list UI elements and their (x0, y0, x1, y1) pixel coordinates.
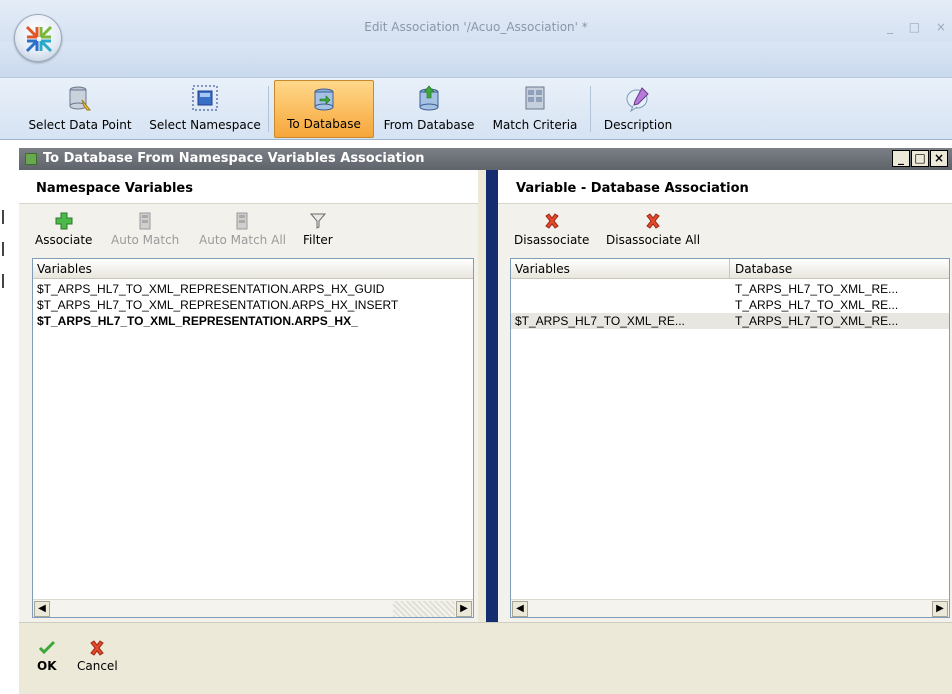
scroll-left-button[interactable]: ◀ (34, 601, 50, 617)
to-database-label: To Database (287, 117, 361, 131)
auto-match-all-button[interactable]: Auto Match All (199, 212, 286, 247)
maximize-button[interactable]: □ (911, 150, 929, 167)
column-header-variables[interactable]: Variables (515, 262, 570, 276)
to-database-button[interactable]: To Database (274, 80, 374, 138)
ribbon-toolbar: Select Data Point Select Namespace To Da… (0, 78, 952, 140)
select-namespace-label: Select Namespace (149, 118, 261, 132)
match-criteria-label: Match Criteria (492, 118, 578, 132)
auto-match-button[interactable]: Auto Match (111, 212, 179, 247)
disassociate-all-label: Disassociate All (606, 233, 701, 247)
auto-match-all-icon (236, 212, 248, 230)
disassociate-label: Disassociate (514, 233, 590, 247)
variable-database-association-heading: Variable - Database Association (516, 181, 749, 196)
filter-icon (309, 213, 326, 229)
window-controls[interactable]: _ □ × (887, 20, 952, 34)
minimize-button[interactable]: _ (892, 150, 910, 167)
filter-button[interactable]: Filter (303, 212, 333, 247)
description-button[interactable]: Description (596, 80, 680, 138)
ribbon-separator (268, 86, 269, 132)
to-database-icon (314, 88, 334, 111)
column-divider[interactable] (729, 259, 730, 279)
database-cell: T_ARPS_HL7_TO_XML_RE... (735, 314, 899, 328)
namespace-variables-pane: Namespace Variables Associate Auto Match (19, 170, 478, 622)
associate-label: Associate (35, 233, 93, 247)
disassociate-all-button[interactable]: Disassociate All (606, 212, 700, 247)
ok-label: OK (37, 659, 57, 673)
edge-marks (2, 210, 6, 290)
plus-icon (55, 212, 73, 230)
cancel-label: Cancel (77, 659, 118, 673)
variable-cell: $T_ARPS_HL7_TO_XML_REPRESENTATION.ARPS_H… (37, 282, 385, 296)
from-database-label: From Database (383, 118, 475, 132)
from-database-icon (419, 85, 439, 111)
select-namespace-button[interactable]: Select Namespace (146, 80, 264, 138)
namespace-variables-toolbar: Associate Auto Match Auto Match All Filt… (19, 204, 478, 258)
association-window-title: To Database From Namespace Variables Ass… (43, 151, 425, 166)
select-data-point-button[interactable]: Select Data Point (22, 80, 138, 138)
table-row[interactable]: $T_ARPS_HL7_TO_XML_REPRESENTATION.ARPS_H… (33, 297, 473, 313)
variable-database-association-pane: Variable - Database Association Disassoc… (498, 170, 952, 622)
pane-header: Namespace Variables (19, 170, 478, 204)
ok-button[interactable]: OK (37, 639, 57, 673)
namespace-icon (192, 85, 218, 111)
table-row[interactable]: T_ARPS_HL7_TO_XML_RE... (511, 297, 949, 313)
disassociate-button[interactable]: Disassociate (514, 212, 589, 247)
table-row[interactable]: $T_ARPS_HL7_TO_XML_REPRESENTATION.ARPS_H… (33, 313, 473, 329)
from-database-button[interactable]: From Database (378, 80, 480, 138)
description-icon (626, 87, 649, 112)
window-icon (25, 153, 37, 165)
table-row[interactable]: $T_ARPS_HL7_TO_XML_RE... T_ARPS_HL7_TO_X… (511, 313, 949, 329)
namespace-variables-grid[interactable]: Variables $T_ARPS_HL7_TO_XML_REPRESENTAT… (32, 258, 474, 618)
checkmark-icon (38, 640, 55, 655)
variable-cell: $T_ARPS_HL7_TO_XML_REPRESENTATION.ARPS_H… (37, 314, 358, 328)
match-criteria-icon (525, 86, 545, 110)
scroll-track[interactable] (393, 601, 455, 617)
auto-match-all-label: Auto Match All (199, 233, 286, 247)
scroll-right-button[interactable]: ▶ (456, 601, 472, 617)
variable-cell: $T_ARPS_HL7_TO_XML_RE... (515, 314, 685, 328)
association-toolbar: Disassociate Disassociate All (498, 204, 952, 258)
quick-access-strip (0, 42, 952, 78)
red-x-icon (544, 213, 559, 229)
database-cell: T_ARPS_HL7_TO_XML_RE... (735, 298, 899, 312)
association-window: To Database From Namespace Variables Ass… (19, 148, 952, 694)
red-x-icon (90, 640, 105, 656)
pane-splitter[interactable] (486, 170, 498, 622)
association-window-title-bar[interactable]: To Database From Namespace Variables Ass… (19, 148, 952, 170)
pane-header: Variable - Database Association (498, 170, 952, 204)
dialog-button-bar: OK Cancel (19, 622, 952, 694)
select-data-point-label: Select Data Point (28, 118, 132, 132)
window-title-bar: Edit Association '/Acuo_Association' * _… (0, 0, 952, 42)
horizontal-scrollbar[interactable]: ◀ ▶ (511, 599, 949, 617)
associate-button[interactable]: Associate (35, 212, 92, 247)
window-title: Edit Association '/Acuo_Association' * (364, 20, 588, 34)
table-row[interactable]: T_ARPS_HL7_TO_XML_RE... (511, 281, 949, 297)
horizontal-scrollbar[interactable]: ◀ ▶ (33, 599, 473, 617)
app-logo-icon (25, 25, 53, 53)
description-label: Description (603, 118, 673, 132)
scroll-right-button[interactable]: ▶ (932, 601, 948, 617)
app-logo-button[interactable] (14, 14, 62, 62)
grid-header: Variables (33, 259, 473, 279)
database-cell: T_ARPS_HL7_TO_XML_RE... (735, 282, 899, 296)
cancel-button[interactable]: Cancel (77, 639, 118, 673)
match-criteria-button[interactable]: Match Criteria (486, 80, 584, 138)
filter-label: Filter (303, 233, 333, 247)
association-grid[interactable]: Variables Database T_ARPS_HL7_TO_XML_RE.… (510, 258, 950, 618)
database-point-icon (69, 86, 92, 111)
column-header-variables[interactable]: Variables (37, 262, 92, 276)
auto-match-label: Auto Match (111, 233, 180, 247)
namespace-variables-heading: Namespace Variables (36, 181, 193, 196)
red-x-icon (646, 213, 660, 229)
column-header-database[interactable]: Database (735, 262, 792, 276)
table-row[interactable]: $T_ARPS_HL7_TO_XML_REPRESENTATION.ARPS_H… (33, 281, 473, 297)
auto-match-icon (139, 212, 151, 230)
variable-cell: $T_ARPS_HL7_TO_XML_REPRESENTATION.ARPS_H… (37, 298, 399, 312)
ribbon-separator (590, 86, 591, 132)
grid-header: Variables Database (511, 259, 949, 279)
close-button[interactable]: × (930, 150, 948, 167)
scroll-left-button[interactable]: ◀ (512, 601, 528, 617)
